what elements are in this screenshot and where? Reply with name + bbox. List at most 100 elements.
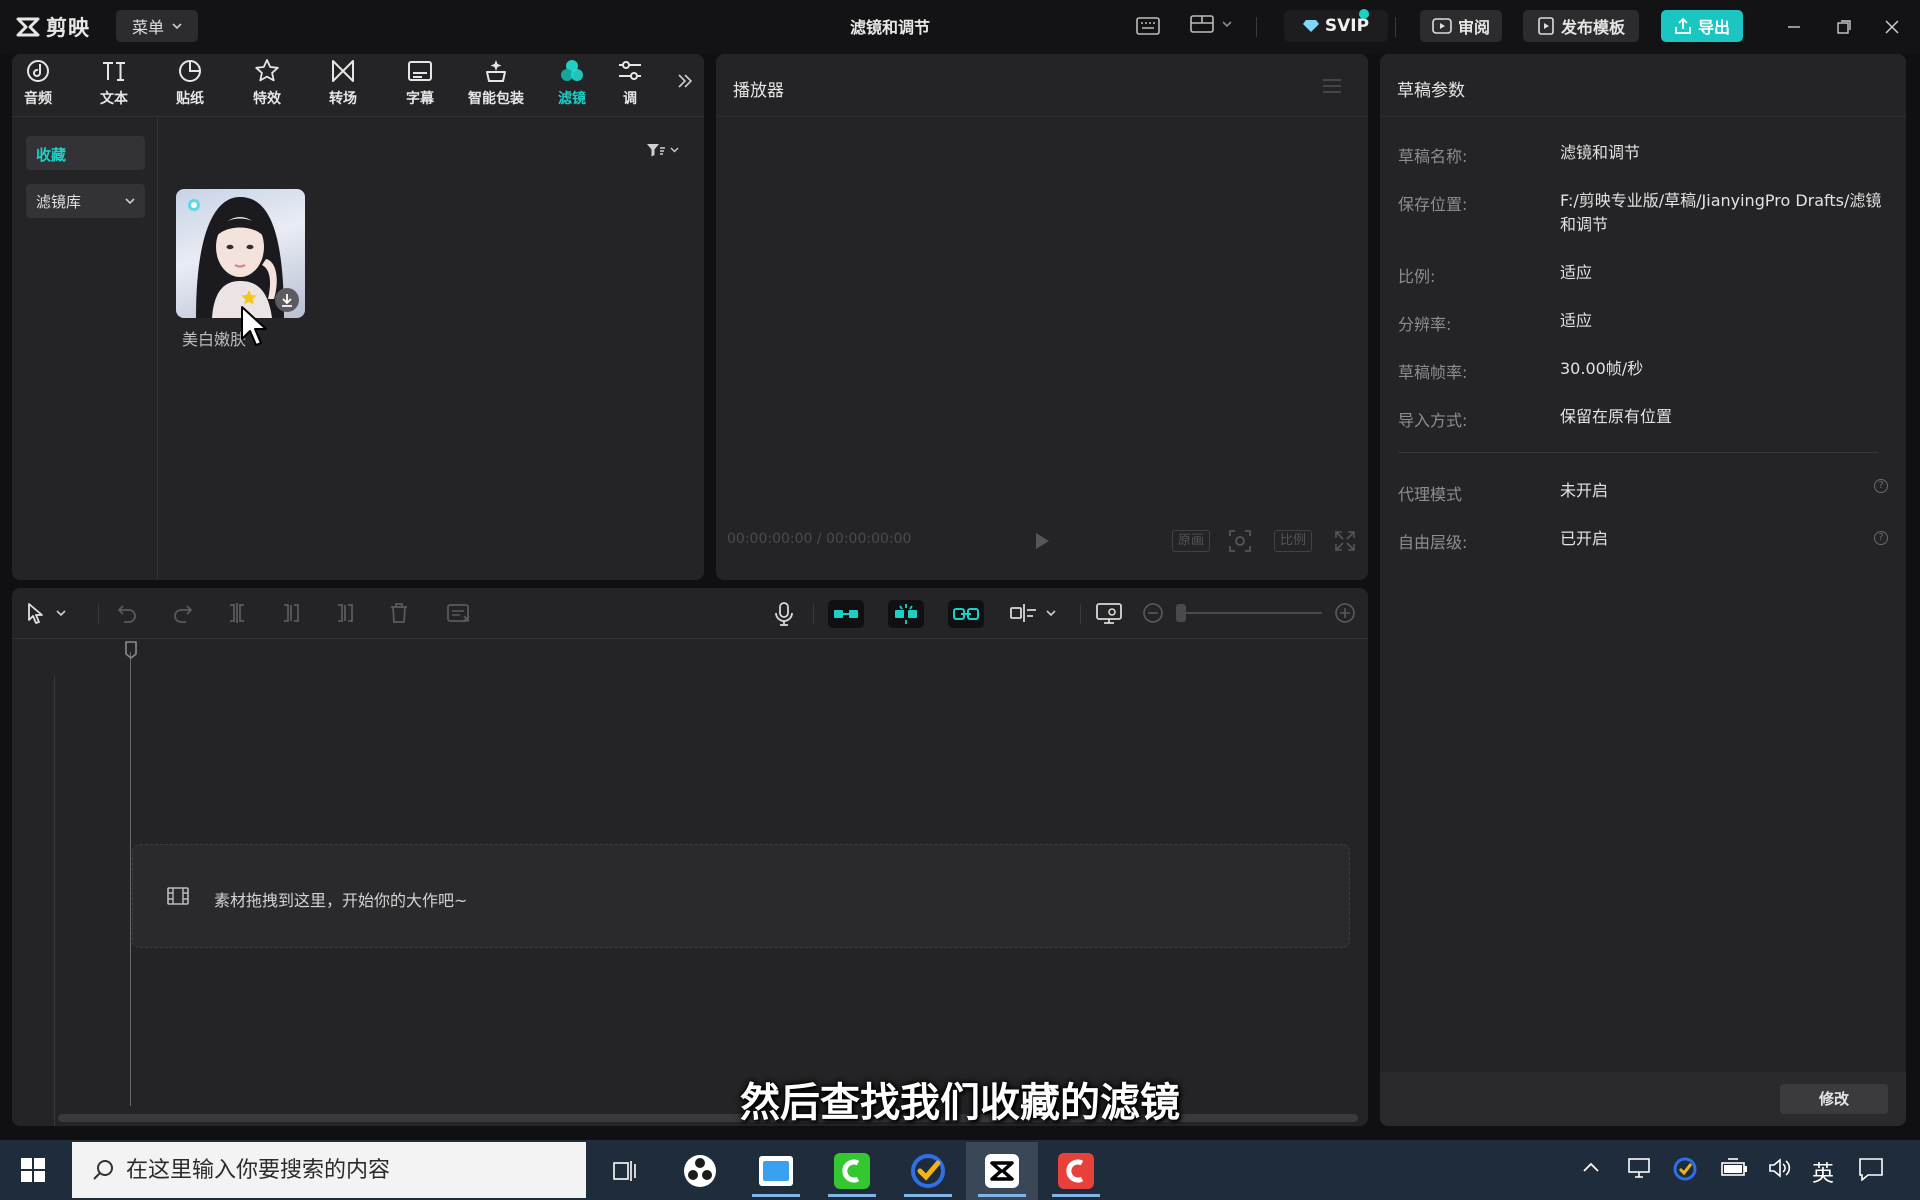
split-button[interactable] — [226, 602, 248, 624]
zoom-out-button[interactable] — [1142, 602, 1164, 624]
tab-transition[interactable]: 转场 — [309, 58, 377, 114]
app-running-indicator — [904, 1194, 952, 1197]
auto-snap-button[interactable] — [888, 600, 924, 628]
preview-axis-button[interactable] — [1010, 602, 1056, 624]
select-tool-button[interactable] — [26, 602, 66, 624]
help-icon[interactable]: ? — [1874, 531, 1888, 545]
tab-adjust[interactable]: 调 — [610, 58, 650, 114]
delete-button[interactable] — [388, 602, 410, 624]
close-button[interactable] — [1879, 14, 1905, 40]
zoom-slider-handle[interactable] — [1176, 604, 1186, 622]
checkmark-tray-icon — [1673, 1157, 1697, 1181]
taskbar-app-tasks[interactable] — [905, 1148, 951, 1194]
divider — [813, 604, 814, 624]
taskbar-app-camtasia-green[interactable] — [829, 1148, 875, 1194]
play-button[interactable] — [1034, 532, 1050, 550]
taskbar-app-capcut[interactable] — [979, 1148, 1025, 1194]
tab-sticker[interactable]: 贴纸 — [156, 58, 224, 114]
tab-label: 调 — [623, 91, 637, 107]
menu-button[interactable]: 菜单 — [116, 10, 198, 42]
video-subtitle-overlay: 然后查找我们收藏的滤镜 — [740, 1080, 1180, 1126]
playhead-line[interactable] — [130, 652, 131, 1106]
filter-sort-button[interactable] — [646, 142, 679, 158]
linkage-button[interactable] — [948, 600, 984, 628]
publish-template-button[interactable]: 发布模板 — [1523, 10, 1639, 42]
taskbar-app-davinci[interactable] — [677, 1148, 723, 1194]
tab-caption[interactable]: 字幕 — [386, 58, 454, 114]
network-button[interactable] — [1626, 1157, 1652, 1179]
app-running-indicator — [828, 1194, 876, 1197]
divider — [157, 117, 158, 580]
filter-name: 美白嫩肤 — [182, 330, 247, 349]
help-icon[interactable]: ? — [1874, 479, 1888, 493]
adjust-icon — [619, 61, 641, 80]
export-button[interactable]: 导出 — [1661, 10, 1743, 42]
battery-button[interactable] — [1720, 1157, 1748, 1179]
minimize-button[interactable] — [1781, 14, 1807, 40]
screenshot-button[interactable] — [1228, 529, 1252, 553]
sidebar-item-filter-library[interactable]: 滤镜库 — [26, 184, 145, 218]
taskbar-search-input[interactable] — [126, 1157, 566, 1183]
layout-switch-button[interactable] — [1190, 14, 1232, 34]
review-button[interactable]: 审阅 — [1420, 10, 1502, 42]
original-quality-button[interactable]: 原画 — [1172, 530, 1210, 552]
show-hidden-icons-button[interactable] — [1580, 1157, 1602, 1179]
taskbar-search-box[interactable] — [72, 1142, 586, 1198]
notification-center-button[interactable] — [1858, 1157, 1884, 1181]
delete-left-button[interactable] — [280, 602, 302, 624]
sidebar-item-favorites[interactable]: 收藏 — [26, 136, 145, 170]
davinci-resolve-icon — [684, 1155, 716, 1187]
shortcut-keyboard-icon[interactable] — [1136, 16, 1160, 36]
filter-thumbnail[interactable] — [176, 189, 305, 318]
tab-smart-pack[interactable]: 智能包装 — [462, 58, 530, 114]
input-method-indicator[interactable]: 英 — [1812, 1156, 1834, 1188]
modify-button[interactable]: 修改 — [1780, 1084, 1888, 1114]
player-menu-button[interactable] — [1322, 78, 1342, 94]
timeline-preview-button[interactable] — [1096, 602, 1122, 624]
param-label-resolution: 分辨率: — [1398, 315, 1452, 334]
volume-button[interactable] — [1768, 1157, 1792, 1179]
tasks-tray-button[interactable] — [1673, 1157, 1697, 1181]
link-icon — [953, 608, 979, 620]
param-value-proxy-mode: 未开启 — [1560, 481, 1609, 500]
record-voice-button[interactable] — [774, 602, 794, 626]
tab-label: 特效 — [253, 91, 281, 107]
start-button[interactable] — [10, 1150, 56, 1190]
zoom-slider-track[interactable] — [1182, 612, 1322, 614]
layout-icon — [1190, 15, 1214, 33]
undo-button[interactable] — [116, 602, 138, 624]
microphone-icon — [775, 602, 793, 626]
svip-button[interactable]: SVIP — [1284, 10, 1388, 42]
close-icon — [1885, 20, 1899, 34]
more-tabs-button[interactable] — [676, 72, 694, 90]
param-label-draft-name: 草稿名称: — [1398, 147, 1468, 166]
tab-audio[interactable]: 音频 — [4, 58, 72, 114]
main-track-magnet-button[interactable] — [828, 600, 864, 628]
playhead-handle[interactable] — [124, 640, 138, 660]
task-view-button[interactable] — [601, 1148, 647, 1194]
aspect-ratio-button[interactable]: 比例 — [1274, 530, 1312, 552]
delete-right-button[interactable] — [334, 602, 356, 624]
camtasia-red-icon — [1058, 1153, 1094, 1189]
trim-right-icon — [338, 604, 353, 622]
redo-button[interactable] — [172, 602, 194, 624]
param-label-import-mode: 导入方式: — [1398, 411, 1468, 430]
zoom-in-button[interactable] — [1334, 602, 1356, 624]
taskbar-app-camtasia-red[interactable] — [1053, 1148, 1099, 1194]
tab-label: 智能包装 — [468, 91, 524, 107]
restore-button[interactable] — [1831, 14, 1857, 40]
tab-text[interactable]: 文本 — [80, 58, 148, 114]
tab-filter[interactable]: 滤镜 — [538, 58, 606, 114]
notification-dot — [1359, 9, 1369, 19]
taskbar-app-files[interactable] — [753, 1148, 799, 1194]
caption-edit-button[interactable] — [446, 602, 472, 624]
review-play-icon — [1432, 18, 1452, 34]
download-icon[interactable] — [274, 287, 300, 313]
export-label: 导出 — [1697, 18, 1730, 37]
film-strip-icon — [166, 886, 190, 906]
smart-pack-icon — [486, 60, 506, 82]
play-icon — [1036, 533, 1049, 549]
tab-effects[interactable]: 特效 — [233, 58, 301, 114]
fullscreen-button[interactable] — [1334, 530, 1356, 552]
minimize-icon — [1788, 26, 1800, 28]
